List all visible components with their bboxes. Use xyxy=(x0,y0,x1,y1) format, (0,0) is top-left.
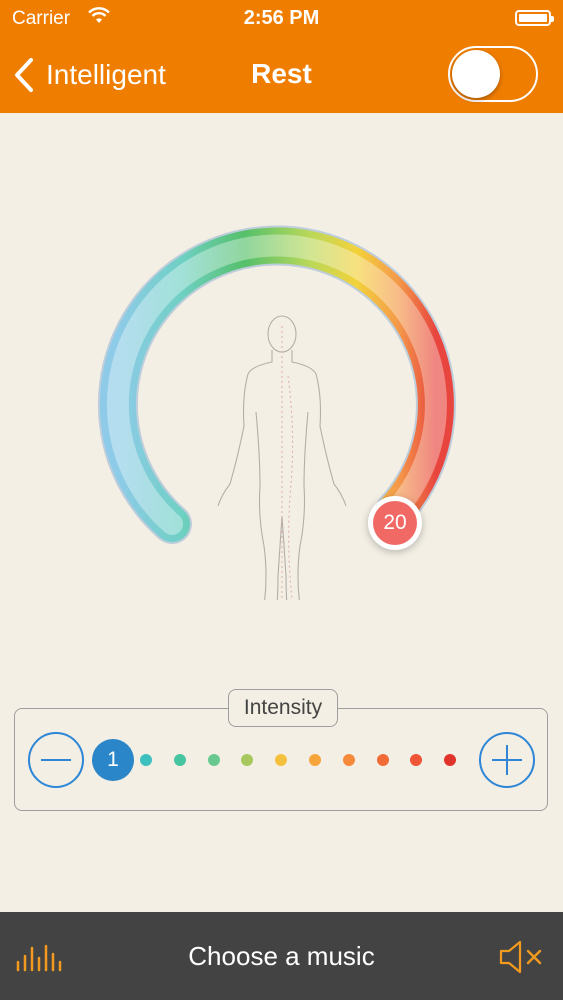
clock: 2:56 PM xyxy=(243,7,320,29)
speaker-mute-icon[interactable] xyxy=(498,940,546,974)
choose-music-button[interactable]: Choose a music xyxy=(0,941,563,972)
power-toggle[interactable] xyxy=(448,46,538,102)
intensity-level-dot[interactable] xyxy=(207,754,220,766)
intensity-level-selected[interactable]: 1 xyxy=(92,739,134,781)
dial-handle[interactable]: 20 xyxy=(368,496,422,550)
status-bar: Carrier 2:56 PM xyxy=(0,0,563,38)
intensity-level-dot[interactable] xyxy=(309,754,321,766)
plus-icon xyxy=(492,745,522,775)
dial xyxy=(70,200,490,600)
intensity-level-dot[interactable] xyxy=(342,754,355,766)
decrease-button[interactable] xyxy=(28,732,84,788)
chevron-left-icon xyxy=(15,58,33,92)
bottom-bar: Choose a music xyxy=(0,912,563,1000)
minus-icon xyxy=(41,759,71,761)
intensity-label: Intensity xyxy=(228,689,338,727)
dial-value: 20 xyxy=(373,501,417,545)
increase-button[interactable] xyxy=(479,732,535,788)
toggle-knob xyxy=(452,50,500,98)
human-body-icon xyxy=(217,315,347,600)
battery-icon xyxy=(515,10,554,26)
top-bar: Carrier 2:56 PM Intelligent Rest xyxy=(0,0,563,113)
dial-arc xyxy=(97,225,456,600)
intensity-level-dot[interactable] xyxy=(140,754,152,766)
back-button[interactable]: Intelligent xyxy=(12,54,166,96)
intensity-level-dot[interactable] xyxy=(376,754,389,766)
back-label: Intelligent xyxy=(46,59,166,90)
intensity-level-dot[interactable] xyxy=(173,754,186,766)
